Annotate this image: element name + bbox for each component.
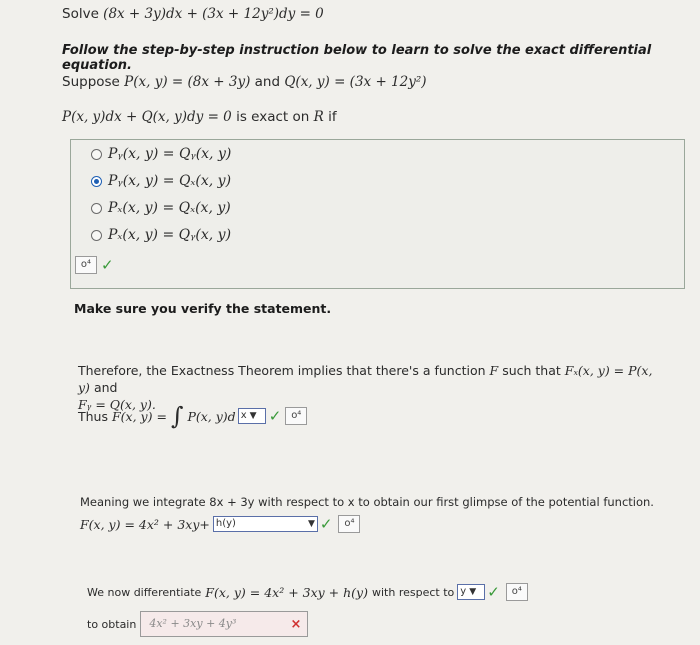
- answer-input[interactable]: 4x² + 3xy + 4y³ ×: [140, 611, 309, 637]
- thus-prefix: Thus: [78, 408, 108, 424]
- dropdown-value: x: [240, 410, 247, 421]
- problem-equation: (8x + 3y)dx + (3x + 12y²)dy = 0: [103, 6, 324, 22]
- options-panel: Pᵧ(x, y) = Qᵧ(x, y) Pᵧ(x, y) = Qₓ(x, y) …: [70, 139, 685, 289]
- dropdown-value: y: [460, 586, 467, 597]
- suppose-line: Suppose P(x, y) = (8x + 3y) and Q(x, y) …: [62, 74, 427, 90]
- differentiate-text-a: We now differentiate: [87, 585, 202, 599]
- solve-prefix: Solve: [62, 6, 99, 22]
- option-3[interactable]: Pₓ(x, y) = Qₓ(x, y): [91, 200, 231, 216]
- and-text: and: [254, 74, 281, 90]
- verify-text: Make sure you verify the statement.: [74, 301, 332, 316]
- differentiate-line: We now differentiate F(x, y) = 4x² + 3xy…: [87, 583, 528, 601]
- option-4[interactable]: Pₓ(x, y) = Qᵧ(x, y): [91, 227, 231, 243]
- radio-button[interactable]: [91, 148, 102, 160]
- key-icon[interactable]: o⁴: [285, 407, 308, 425]
- check-icon: ✓: [268, 407, 282, 425]
- q-definition: Q(x, y) = (3x + 12y²): [284, 74, 427, 90]
- option-label: Pᵧ(x, y) = Qₓ(x, y): [108, 173, 232, 189]
- option-2[interactable]: Pᵧ(x, y) = Qₓ(x, y): [91, 173, 231, 189]
- option-label: Pᵧ(x, y) = Qᵧ(x, y): [108, 146, 232, 162]
- key-icon[interactable]: o⁴: [505, 583, 528, 601]
- differentiate-text-b: with respect to: [372, 585, 455, 599]
- obtain-label: to obtain: [87, 617, 137, 631]
- key-icon[interactable]: o⁴: [75, 256, 97, 274]
- h-function-dropdown[interactable]: h(y) ▼: [212, 516, 318, 532]
- differentiate-formula: F(x, y) = 4x² + 3xy + h(y): [205, 584, 368, 600]
- radio-button[interactable]: [91, 202, 102, 214]
- exact-suffix: if: [328, 109, 337, 125]
- option-label: Pₓ(x, y) = Qᵧ(x, y): [108, 227, 232, 243]
- radio-button-selected[interactable]: [91, 175, 102, 187]
- function-F: F: [489, 363, 499, 378]
- potential-function-formula: F(x, y) = 4x² + 3xy+: [80, 516, 210, 532]
- differentiation-variable-dropdown[interactable]: y ▼: [457, 584, 486, 600]
- therefore-mid: such that: [502, 363, 561, 378]
- exact-text: is exact on: [236, 109, 310, 125]
- option-label: Pₓ(x, y) = Qₓ(x, y): [108, 200, 231, 216]
- radio-button[interactable]: [91, 229, 102, 241]
- exact-statement: P(x, y)dx + Q(x, y)dy = 0 is exact on R …: [62, 109, 337, 125]
- chevron-down-icon: ▼: [307, 519, 315, 529]
- key-icon[interactable]: o⁴: [338, 515, 361, 533]
- p-definition: P(x, y) = (8x + 3y): [124, 74, 251, 90]
- instruction-text: Follow the step-by-step instruction belo…: [62, 43, 652, 73]
- check-icon: ✓: [101, 256, 114, 274]
- therefore-and: and: [93, 380, 118, 395]
- suppose-prefix: Suppose: [62, 74, 120, 90]
- dropdown-value: h(y): [215, 518, 236, 529]
- integrand: P(x, y)d: [187, 408, 236, 424]
- check-icon: ✓: [319, 515, 333, 533]
- incorrect-icon: ×: [290, 617, 302, 632]
- region-symbol: R: [313, 109, 324, 125]
- option-feedback: o⁴ ✓: [75, 256, 114, 274]
- option-1[interactable]: Pᵧ(x, y) = Qᵧ(x, y): [91, 146, 231, 162]
- chevron-down-icon: ▼: [469, 587, 477, 597]
- thus-lhs: F(x, y) =: [112, 408, 167, 424]
- problem-statement: Solve (8x + 3y)dx + (3x + 12y²)dy = 0: [62, 6, 324, 22]
- meaning-formula-line: F(x, y) = 4x² + 3xy+ h(y) ▼ ✓ o⁴: [80, 515, 361, 533]
- integral-symbol: ∫: [170, 402, 184, 430]
- meaning-text: Meaning we integrate 8x + 3y with respec…: [80, 495, 654, 509]
- obtain-line: to obtain 4x² + 3xy + 4y³ ×: [87, 611, 309, 637]
- integration-variable-dropdown[interactable]: x ▼: [237, 408, 266, 424]
- exact-equation: P(x, y)dx + Q(x, y)dy = 0: [62, 109, 232, 125]
- answer-value: 4x² + 3xy + 4y³: [149, 617, 237, 630]
- check-icon: ✓: [487, 583, 500, 601]
- therefore-text: Therefore, the Exactness Theorem implies…: [78, 363, 486, 378]
- thus-line: Thus F(x, y) = ∫ P(x, y)d x ▼ ✓ o⁴: [78, 402, 308, 430]
- chevron-down-icon: ▼: [249, 411, 257, 421]
